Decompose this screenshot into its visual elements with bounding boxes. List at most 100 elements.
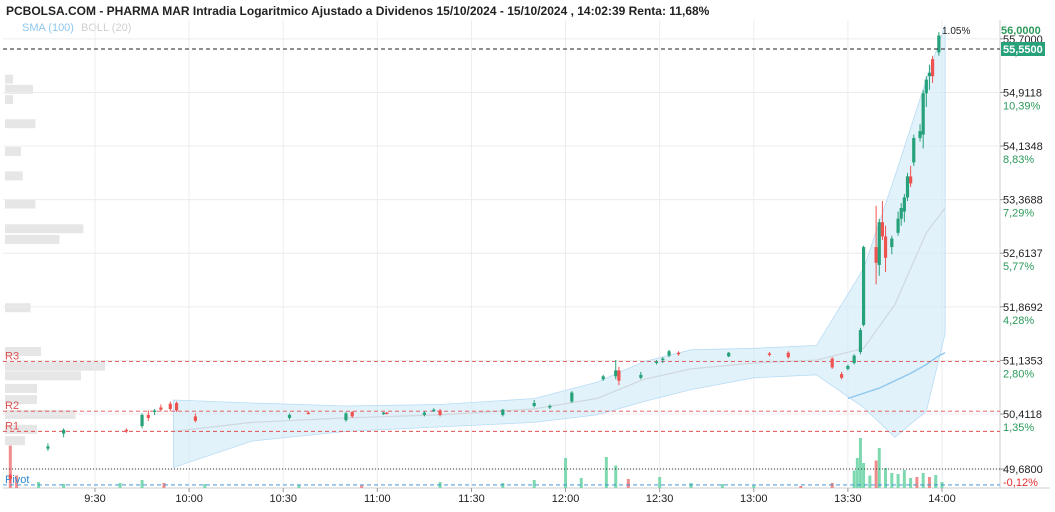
x-tick-label: 14:00 [928, 493, 956, 505]
candle-body [902, 197, 906, 212]
volume-bar [855, 458, 859, 488]
volume-profile-bar [5, 371, 81, 381]
candle-body [350, 411, 354, 417]
volume-bar [203, 484, 207, 488]
y-tick-pct: 10,39% [1003, 100, 1041, 112]
last-price-label: 55,5500 [1003, 44, 1043, 56]
candle-body [861, 247, 866, 325]
candle-body [924, 79, 928, 94]
candle-body [46, 446, 50, 449]
volume-bar [830, 483, 834, 488]
candle-body [382, 412, 386, 415]
volume-bar [868, 475, 872, 488]
x-tick-label: 13:00 [740, 493, 768, 505]
x-tick-label: 12:00 [552, 493, 580, 505]
candle-body [912, 138, 916, 163]
candle-body [918, 131, 922, 139]
candle-body [852, 355, 856, 364]
y-tick-label: 50,4118 [1003, 409, 1042, 421]
volume-profile [5, 74, 105, 446]
volume-bar [877, 448, 881, 488]
candle-body [896, 218, 900, 233]
volume-bar [934, 475, 938, 488]
candle-body [676, 352, 681, 355]
candle-body [146, 414, 150, 418]
volume-bar [140, 480, 144, 488]
volume-bar [915, 477, 919, 488]
candle-body [548, 405, 552, 408]
candle-body [8, 475, 12, 479]
volume-profile-bar [5, 95, 13, 105]
candle-body [168, 403, 172, 409]
volume-bar [752, 485, 756, 488]
candle-body [874, 247, 878, 263]
volume-bar [626, 479, 630, 488]
volume-profile-bar [5, 224, 84, 234]
candle-body [570, 392, 574, 402]
candle-body [930, 59, 935, 77]
volume-profile-bar [5, 199, 36, 209]
volume-bar [532, 480, 536, 488]
candle-body [667, 351, 671, 356]
x-tick-label: 10:00 [175, 493, 203, 505]
candle-body [62, 429, 66, 434]
candle-body [422, 412, 426, 415]
candle-body [614, 370, 618, 377]
y-tick-label: 51,1353 [1003, 355, 1043, 367]
volume-bar [927, 477, 931, 488]
volume-profile-bar [5, 383, 37, 393]
y-tick-pct: 2,80% [1003, 368, 1034, 380]
pivot-label: R2 [5, 400, 19, 412]
bollinger-band [173, 25, 946, 469]
candle-body [193, 416, 197, 421]
volume-bar [501, 483, 505, 488]
candle-body [385, 412, 389, 415]
x-tick-label: 9:30 [84, 493, 105, 505]
candle-body [899, 208, 903, 219]
x-tick-label: 10:30 [269, 493, 297, 505]
high-marker-label: 56,0000 [1001, 25, 1041, 37]
candle-body [140, 414, 144, 427]
candle-body [830, 358, 834, 368]
volume-profile-bar [5, 234, 60, 244]
volume-bar [909, 478, 913, 488]
bollinger-band-area [173, 25, 946, 469]
y-tick-label: 54,1348 [1003, 141, 1043, 153]
candle-body [883, 236, 888, 258]
candle-body [174, 402, 179, 411]
y-tick-label: 53,3688 [1003, 195, 1043, 207]
volume-bar [858, 438, 862, 488]
y-tick-pct: 5,77% [1003, 261, 1034, 273]
volume-bar [658, 477, 662, 488]
volume-bar [902, 470, 906, 488]
y-tick-label: 51,8692 [1003, 302, 1043, 314]
y-tick-pct: 1,35% [1003, 422, 1034, 434]
volume-profile-bar [5, 146, 21, 156]
candle-body [153, 410, 157, 412]
volume-bar [921, 473, 925, 488]
candle-body [786, 352, 790, 358]
pivot-label: R1 [5, 420, 19, 432]
candle-body [124, 429, 128, 432]
candle-body [877, 222, 881, 265]
candle-body [846, 365, 850, 369]
x-tick-label: 11:30 [458, 493, 485, 505]
price-chart[interactable]: R3R2R1Pivot 55,700011,88%54,911810,39%54… [0, 0, 1055, 512]
volume-bar [162, 483, 166, 488]
y-tick-label: 52,6137 [1003, 248, 1043, 260]
volume-profile-bar [5, 171, 23, 181]
candle-body [840, 374, 844, 378]
candle-body [727, 352, 731, 357]
y-tick-pct: 8,83% [1003, 154, 1034, 166]
volume-bar [689, 483, 693, 488]
candle-body [532, 402, 536, 406]
y-tick-label: 49,6800 [1003, 464, 1043, 476]
pivot-label: Pivot [5, 474, 29, 486]
y-tick-pct: -0,12% [1003, 477, 1038, 489]
candle-body [927, 72, 932, 77]
volume-bar [579, 478, 583, 488]
high-marker-small: 1.05% [942, 26, 970, 37]
volume-bar [360, 485, 364, 488]
volume-profile-bar [5, 361, 105, 371]
volume-bar [297, 485, 301, 488]
